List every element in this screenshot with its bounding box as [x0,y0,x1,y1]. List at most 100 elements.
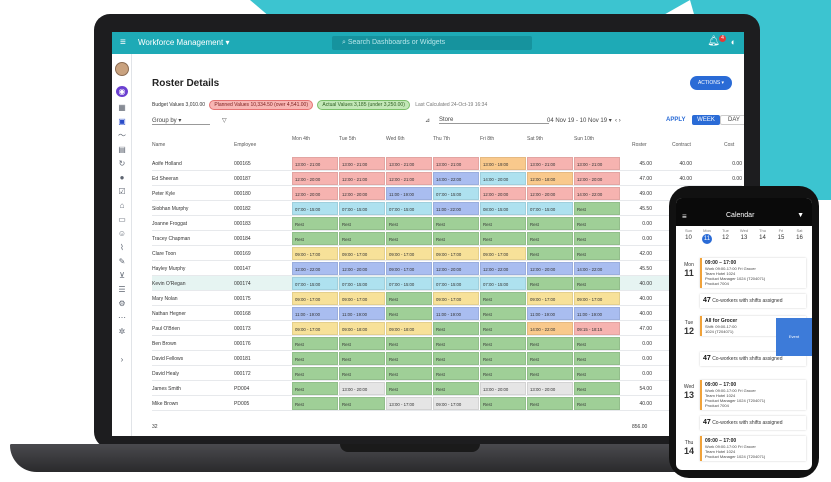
shift-cell[interactable]: 12:00 - 20:00 [292,172,338,185]
settings-icon[interactable]: ✲ [116,326,128,337]
shift-cell[interactable]: 11:00 - 19:00 [386,187,432,200]
shift-cell[interactable]: 13:00 - 21:00 [339,157,385,170]
table-row[interactable]: Hayley Murphy 000147 12:00 - 22:00 12:00 - … [152,261,742,276]
shift-cell[interactable]: 11:00 - 19:00 [433,307,479,320]
badge-icon[interactable]: ▭ [116,214,128,225]
table-row[interactable]: Peter Kyle 000180 12:00 - 20:00 12:00 - 20:… [152,186,742,201]
shift-cell[interactable]: 09:00 - 17:00 [292,247,338,260]
table-row[interactable]: Tracey Chapman 000184 Rest Rest Rest Rest Rest… [152,231,742,246]
refresh-icon[interactable]: ↻ [116,158,128,169]
week-day[interactable]: Wed 13 [736,228,753,241]
shift-cell[interactable]: 12:00 - 20:00 [480,187,526,200]
search-input[interactable]: ⌕ Search Dashboards or Widgets [332,36,532,50]
shift-cell[interactable]: Rest [386,292,432,305]
shift-cell[interactable]: 13:00 - 21:00 [292,157,338,170]
shift-cell[interactable]: 09:00 - 17:00 [339,292,385,305]
shift-cell[interactable]: 09:00 - 17:00 [292,322,338,335]
shift-card[interactable]: 09:00 – 17:00 Work 09:00-17:00 Fri Grocer… [700,436,806,461]
shift-cell[interactable]: Rest [574,382,620,395]
list-icon[interactable]: ☰ [116,284,128,295]
time-icon[interactable]: ● [116,172,128,183]
document-icon[interactable]: ▤ [116,144,128,155]
shift-cell[interactable]: Rest [386,232,432,245]
shift-cell[interactable]: Rest [386,367,432,380]
shift-cell[interactable]: Rest [386,337,432,350]
shift-cell[interactable]: 14:00 - 20:00 [480,172,526,185]
shift-cell[interactable]: 12:00 - 20:00 [339,262,385,275]
collapse-icon[interactable]: › [116,354,128,365]
shift-cell[interactable]: 12:00 - 20:00 [527,187,573,200]
shift-cell[interactable]: 11:00 - 19:00 [574,307,620,320]
more-icon[interactable]: ⋯ [116,312,128,323]
week-day[interactable]: Sat 16 [791,228,808,241]
shift-cell[interactable]: Rest [292,397,338,410]
shift-cell[interactable]: 07:00 - 15:00 [339,202,385,215]
event-block[interactable]: Event [776,318,812,356]
hamburger-menu-icon[interactable]: ≡ [682,212,687,221]
app-title[interactable]: Workforce Management ▾ [138,38,229,47]
shift-cell[interactable]: Rest [480,217,526,230]
shift-cell[interactable]: Rest [527,337,573,350]
table-row[interactable]: Clare Toon 000169 09:00 - 17:00 09:00 - 17:… [152,246,742,261]
shift-cell[interactable]: Rest [527,277,573,290]
apply-button[interactable]: APPLY [666,117,685,123]
shift-cell[interactable]: 14:00 - 22:00 [527,322,573,335]
shift-cell[interactable]: 12:00 - 20:00 [574,172,620,185]
shift-cell[interactable]: 09:00 - 17:00 [433,397,479,410]
table-row[interactable]: Ben Brown 000176 Rest Rest Rest Rest Rest Rest R… [152,336,742,351]
shift-cell[interactable]: Rest [574,337,620,350]
shift-cell[interactable]: 11:00 - 22:00 [433,202,479,215]
shift-cell[interactable]: 13:00 - 21:00 [433,157,479,170]
shift-cell[interactable]: Rest [480,397,526,410]
shift-card[interactable]: 09:00 – 17:00 Work 09:00-17:00 Fri Grocer… [700,258,806,288]
shift-cell[interactable]: Rest [574,232,620,245]
shift-cell[interactable]: 09:00 - 17:00 [386,262,432,275]
shift-cell[interactable]: Rest [433,352,479,365]
shift-cell[interactable]: 13:00 - 20:00 [480,382,526,395]
table-row[interactable]: Joanne Froggat 000183 Rest Rest Rest Rest Rest… [152,216,742,231]
shift-cell[interactable]: 11:00 - 19:00 [527,307,573,320]
shift-cell[interactable]: Rest [339,217,385,230]
shift-cell[interactable]: Rest [339,367,385,380]
week-day[interactable]: Thu 14 [754,228,771,241]
shift-cell[interactable]: Rest [292,382,338,395]
shift-cell[interactable]: 14:00 - 22:00 [574,262,620,275]
calendar-icon[interactable]: ▣ [116,116,128,127]
shift-cell[interactable]: Rest [574,397,620,410]
shift-cell[interactable]: 09:00 - 17:00 [480,247,526,260]
shift-cell[interactable]: Rest [433,367,479,380]
shift-cell[interactable]: Rest [480,322,526,335]
shift-cell[interactable]: 09:00 - 17:00 [527,292,573,305]
dashboard-icon[interactable]: ▦ [116,102,128,113]
group-by-select[interactable]: Group by ▾ [152,117,210,125]
shift-cell[interactable]: 12:00 - 22:00 [292,262,338,275]
coworkers-row[interactable]: 47 Co-workers with shifts assigned [700,294,806,308]
store-select[interactable]: Store [439,117,549,124]
table-row[interactable]: Paul O'Brien 000173 09:00 - 17:00 09:00 - 1… [152,321,742,336]
table-row[interactable]: Nathan Hegner 000168 11:00 - 19:00 11:00 - … [152,306,742,321]
week-day[interactable]: Fri 15 [773,228,790,241]
shift-cell[interactable]: 07:00 - 15:00 [386,277,432,290]
shift-cell[interactable]: 07:00 - 15:00 [480,277,526,290]
day-toggle[interactable]: DAY [720,115,744,125]
shift-cell[interactable]: 09:00 - 18:00 [386,322,432,335]
shift-cell[interactable]: 09:00 - 17:00 [433,247,479,260]
shift-cell[interactable]: 12:00 - 20:00 [433,262,479,275]
help-icon[interactable]: ◐ [731,37,736,47]
actions-button[interactable]: ACTIONS ▾ [690,76,732,90]
shift-cell[interactable]: Rest [292,367,338,380]
shift-cell[interactable]: Rest [480,337,526,350]
shift-cell[interactable]: 12:00 - 20:00 [292,187,338,200]
filter-icon[interactable]: ▽ [222,117,227,124]
shift-cell[interactable]: 13:00 - 20:00 [339,382,385,395]
shift-card[interactable]: 09:00 – 17:00 Work 09:00-17:00 Fri Grocer… [700,380,806,410]
shift-cell[interactable]: 12:00 - 18:00 [527,172,573,185]
school-icon[interactable]: ⌂ [116,200,128,211]
shift-cell[interactable]: 09:00 - 17:00 [292,292,338,305]
shift-cell[interactable]: Rest [433,232,479,245]
shift-cell[interactable]: Rest [386,382,432,395]
shift-cell[interactable]: Rest [386,352,432,365]
shift-cell[interactable]: Rest [339,337,385,350]
week-day[interactable]: Tue 12 [717,228,734,241]
shift-cell[interactable]: Rest [574,367,620,380]
